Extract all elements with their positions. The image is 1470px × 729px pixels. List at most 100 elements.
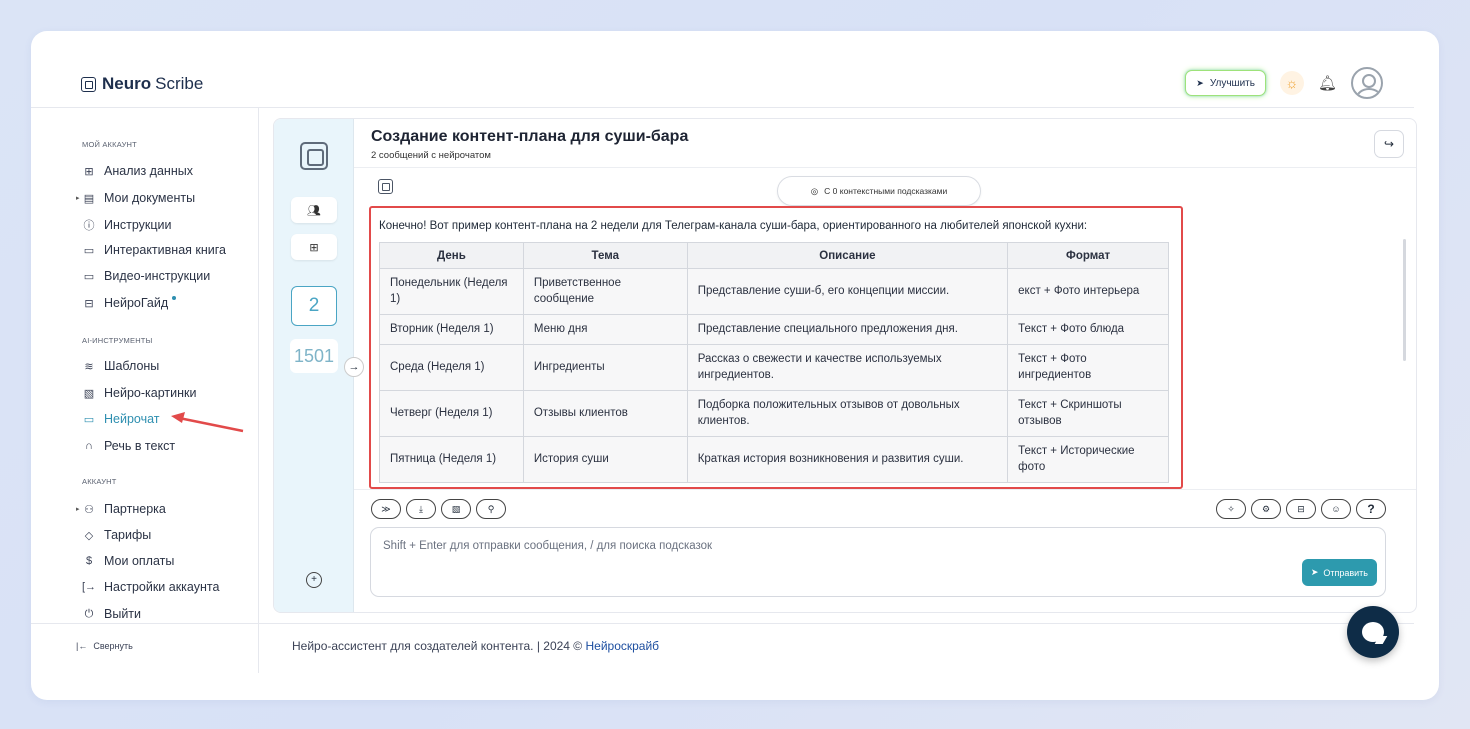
chat-rail: 👥︎ ⊞ 2 1501 + [274, 119, 354, 612]
sidebar-item-speech-to-text[interactable]: ∩ Речь в текст [82, 439, 175, 453]
support-chat-button[interactable] [1347, 606, 1399, 658]
chat-title: Создание контент-плана для суши-бара [371, 128, 689, 145]
chat-icon: ▭ [83, 413, 95, 426]
rocket-icon: ➤ [1196, 77, 1204, 88]
collapse-sidebar-button[interactable]: |← Свернуть [76, 641, 133, 651]
layout-icon: ⊟ [1297, 503, 1305, 514]
settings-button[interactable]: ⚙ [1251, 499, 1281, 519]
layout-button[interactable]: ⊟ [1286, 499, 1316, 519]
table-cell: Четверг (Неделя 1) [379, 390, 524, 437]
caret-right-icon: ▸ [76, 506, 80, 513]
table-row: Четверг (Неделя 1) Отзывы клиентов Подбо… [379, 390, 1169, 437]
column-header: Тема [522, 242, 688, 269]
token-counter: 1501 [290, 339, 338, 373]
sidebar-item-my-documents[interactable]: ▸ ▤ Мои документы [76, 191, 195, 205]
grid-icon: ⊞ [309, 241, 319, 254]
table-row: Вторник (Неделя 1) Меню дня Представлени… [379, 314, 1169, 345]
caret-right-icon: ▸ [76, 195, 80, 202]
table-cell: Пятница (Неделя 1) [379, 436, 524, 483]
add-icon[interactable]: + [306, 572, 322, 588]
palette-icon: ◎ [810, 185, 819, 196]
collapse-button[interactable]: ≫ [371, 499, 401, 519]
grid-button[interactable]: ⊞ [291, 234, 337, 260]
layout-icon: ⊟ [84, 297, 94, 310]
table-cell: История суши [522, 436, 688, 483]
magic-button[interactable]: ⚲ [476, 499, 506, 519]
sidebar-item-neurochat[interactable]: ▭ Нейрочат [82, 412, 160, 426]
upgrade-label: Улучшить [1209, 77, 1255, 89]
chat-bubble-icon [1362, 622, 1384, 642]
column-header: Описание [686, 242, 1009, 269]
power-icon: ⏻ [84, 607, 94, 620]
app-card: Neuro Scribe ➤ Улучшить ☼ 🔔︎ МОЙ АККАУНТ … [31, 31, 1439, 700]
table-cell: Приветственное сообщение [522, 268, 688, 315]
table-cell: Представление суши-б, его концепции мисс… [686, 268, 1009, 315]
assistant-response: Конечно! Вот пример контент-плана на 2 н… [369, 206, 1183, 489]
users-button[interactable]: 👥︎ [291, 197, 337, 223]
sidebar-item-data-analysis[interactable]: ⊞ Анализ данных [82, 164, 193, 178]
section-title-my-account: МОЙ АККАУНТ [82, 140, 137, 149]
message-count-badge: 2 [291, 286, 337, 326]
table-cell: Текст + Фото ингредиентов [1007, 344, 1169, 391]
sidebar-item-account-settings[interactable]: [→ Настройки аккаунта [82, 580, 219, 594]
column-header: Формат [1007, 242, 1169, 269]
users-icon: ⚇ [84, 503, 94, 516]
logo-icon [81, 76, 96, 92]
table-row: Понедельник (Неделя 1) Приветственное со… [379, 268, 1169, 315]
table-cell: Представление специального предложения д… [686, 314, 1009, 345]
message-input[interactable]: Shift + Enter для отправки сообщения, / … [370, 527, 1386, 597]
new-dot [172, 296, 177, 300]
content-plan-table: День Тема Описание Формат Понедельник (Н… [379, 242, 1169, 483]
sidebar-item-partners[interactable]: ▸ ⚇ Партнерка [76, 502, 166, 516]
bell-icon[interactable]: 🔔︎ [1318, 74, 1337, 92]
image-button[interactable]: ▧ [441, 499, 471, 519]
sidebar-item-templates[interactable]: ≋ Шаблоны [82, 359, 159, 373]
chevrons-down-icon: ≫ [381, 503, 391, 514]
sidebar-item-payments[interactable]: $ Мои оплаты [82, 554, 174, 568]
headphones-icon: ∩ [85, 440, 93, 452]
help-circle-icon: ⓘ [83, 220, 95, 232]
table-cell: Меню дня [522, 314, 688, 345]
context-hints-button[interactable]: ◎ С 0 контекстными подсказками [777, 176, 981, 206]
robot-icon: ☺ [1331, 504, 1341, 514]
help-button[interactable]: ? [1356, 499, 1386, 519]
tag-icon: ◇ [84, 529, 94, 542]
sidebar-item-tariffs[interactable]: ◇ Тарифы [82, 528, 151, 542]
sidebar-item-neuroguide[interactable]: ⊟ НейроГайд [82, 296, 180, 310]
avatar[interactable] [1351, 67, 1383, 99]
puzzle-icon: ✧ [1227, 503, 1235, 514]
help-label: ? [1367, 502, 1375, 516]
image-icon: ▧ [451, 503, 461, 514]
sidebar-item-interactive-book[interactable]: ▭ Интерактивная книга [82, 243, 226, 257]
sidebar-divider [258, 108, 259, 673]
upgrade-button[interactable]: ➤ Улучшить [1185, 70, 1266, 96]
toolbar-divider [354, 489, 1416, 490]
app-logo[interactable]: Neuro Scribe [81, 74, 203, 94]
share-icon: ↪ [1383, 137, 1395, 151]
footer-divider [31, 623, 1414, 624]
annotation-arrow [171, 412, 244, 433]
table-cell: Подборка положительных отзывов от доволь… [686, 390, 1009, 437]
scrollbar[interactable] [1403, 239, 1406, 361]
sidebar-item-neuro-images[interactable]: ▧ Нейро-картинки [82, 386, 197, 400]
theme-toggle-icon[interactable]: ☼ [1279, 71, 1304, 95]
send-button[interactable]: ➤ Отправить [1301, 559, 1377, 586]
plugin-button[interactable]: ✧ [1216, 499, 1246, 519]
footer-link[interactable]: Нейроскрайб [585, 639, 659, 653]
bot-button[interactable]: ☺ [1321, 499, 1351, 519]
sidebar-item-video-instructions[interactable]: ▭ Видео-инструкции [82, 269, 210, 283]
sidebar-item-instructions[interactable]: ⓘ Инструкции [82, 217, 172, 233]
image-icon: ▧ [83, 387, 95, 400]
save-button[interactable]: ⤓ [406, 499, 436, 519]
users-icon: 👥︎ [307, 204, 321, 217]
share-button[interactable]: ↪ [1374, 130, 1404, 158]
table-cell: Ингредиенты [522, 344, 688, 391]
expand-rail-button[interactable]: → [344, 357, 364, 377]
footer: Нейро-ассистент для создателей контента.… [292, 639, 660, 653]
table-cell: Среда (Неделя 1) [379, 344, 524, 391]
column-header: День [379, 242, 524, 269]
section-title-account: АККАУНТ [82, 477, 117, 486]
sidebar-item-logout[interactable]: ⏻ Выйти [82, 607, 141, 621]
book-icon: ▭ [83, 244, 95, 257]
collapse-icon: |← [76, 641, 88, 651]
